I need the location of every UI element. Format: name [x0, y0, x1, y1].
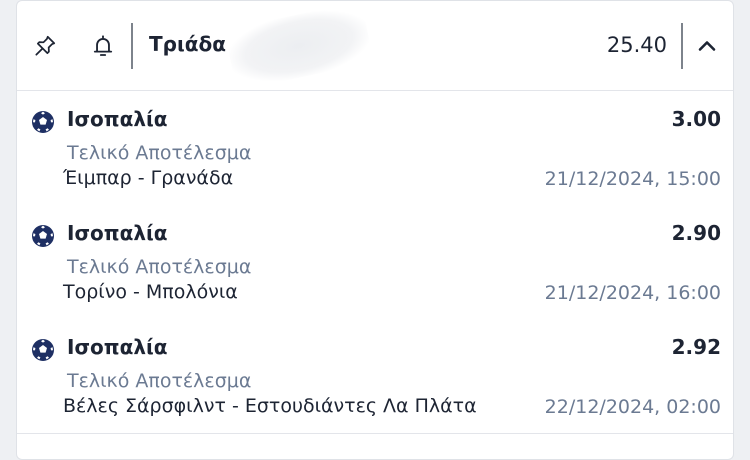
soccer-ball-icon	[32, 339, 54, 361]
bet-type-title: Τριάδα	[149, 32, 226, 56]
market-name: Τελικό Αποτέλεσμα	[67, 256, 252, 278]
divider	[17, 433, 733, 434]
soccer-ball-icon	[32, 225, 54, 247]
match-name: Βέλες Σάρσφιλντ - Εστουδιάντες Λα Πλάτα	[63, 395, 477, 417]
market-name: Τελικό Αποτέλεσμα	[67, 142, 252, 164]
selection-name: Ισοπαλία	[67, 221, 168, 245]
match-name: Έιμπαρ - Γρανάδα	[63, 167, 234, 189]
market-name: Τελικό Αποτέλεσμα	[67, 370, 252, 392]
header-divider	[131, 23, 133, 69]
selection-item[interactable]: Ισοπαλία 3.00 Τελικό Αποτέλεσμα Έιμπαρ -…	[17, 99, 733, 213]
match-datetime: 21/12/2024, 15:00	[544, 168, 721, 190]
redacted-area	[224, 1, 374, 91]
match-datetime: 21/12/2024, 16:00	[544, 282, 721, 304]
selection-odds: 2.90	[671, 221, 721, 245]
match-name: Τορίνο - Μπολόνια	[63, 281, 238, 303]
total-odds: 25.40	[606, 33, 667, 57]
header-divider	[681, 23, 683, 69]
selection-name: Ισοπαλία	[67, 107, 168, 131]
bell-icon[interactable]	[85, 28, 121, 64]
chevron-up-icon[interactable]	[689, 28, 725, 64]
selection-odds: 3.00	[671, 107, 721, 131]
bet-slip-card: Τριάδα 25.40 Ισοπαλία 3.00 Τελικό Αποτέλ…	[16, 0, 734, 460]
selection-item[interactable]: Ισοπαλία 2.90 Τελικό Αποτέλεσμα Τορίνο -…	[17, 213, 733, 327]
soccer-ball-icon	[32, 111, 54, 133]
bet-slip-header: Τριάδα 25.40	[17, 1, 733, 91]
selection-item[interactable]: Ισοπαλία 2.92 Τελικό Αποτέλεσμα Βέλες Σά…	[17, 327, 733, 441]
selection-name: Ισοπαλία	[67, 335, 168, 359]
match-datetime: 22/12/2024, 02:00	[544, 396, 721, 418]
selection-odds: 2.92	[671, 335, 721, 359]
pin-icon[interactable]	[27, 28, 63, 64]
